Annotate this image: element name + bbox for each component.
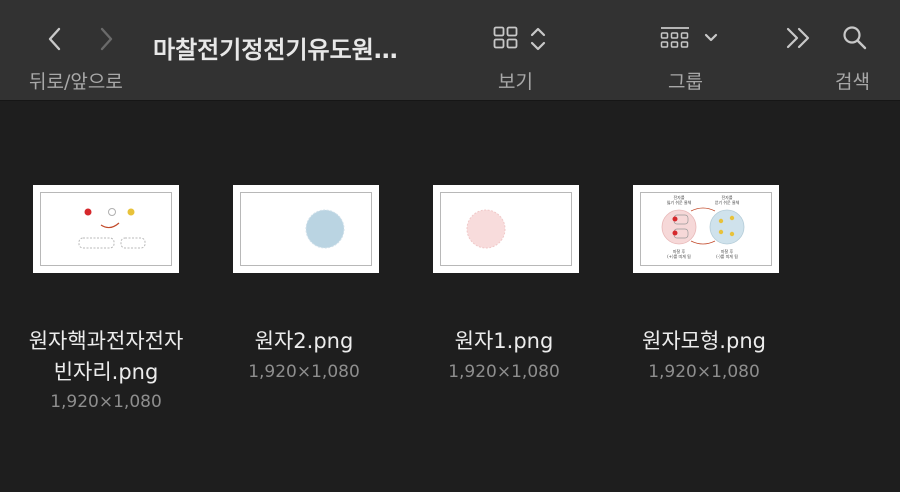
file-dimensions: 1,920×1,080 — [648, 362, 760, 382]
group-icon[interactable] — [660, 26, 690, 50]
thumb-caption: 얻기 쉬운 물체 — [715, 199, 740, 205]
blue-circle-icon — [305, 209, 345, 249]
chevron-down-icon[interactable] — [703, 30, 719, 46]
thumb-caption: 잃기 쉬운 물체 — [667, 199, 692, 205]
forward-chevron-icon[interactable] — [95, 24, 117, 54]
file-thumbnail[interactable] — [33, 185, 179, 273]
file-dimensions: 1,920×1,080 — [50, 392, 162, 412]
thumb-caption: (-)를 띠게 됨 — [716, 253, 738, 259]
file-name-line1: 원자모형.png — [642, 329, 766, 353]
file-name-line2: 빈자리.png — [53, 360, 159, 384]
file-thumbnail[interactable]: 전자를 잃기 쉬운 물체 전자를 얻기 쉬운 물체 마찰 후 (+)를 띠게 됨… — [633, 185, 779, 273]
toolbar: 뒤로/앞으로 마찰전기정전기유도원… 보기 그룹 검색 — [0, 0, 900, 101]
grid-view-icon[interactable] — [493, 26, 519, 50]
file-grid: 원자핵과전자전자 빈자리.png 1,920×1,080 원자2.png 1,9… — [0, 101, 900, 492]
search-icon[interactable] — [842, 25, 868, 51]
file-name-line1: 원자핵과전자전자 — [28, 329, 184, 353]
file-dimensions: 1,920×1,080 — [448, 362, 560, 382]
thumbnail-image — [240, 192, 372, 266]
atom-electron-diagram-icon — [78, 208, 146, 249]
window-title: 마찰전기정전기유도원… — [153, 36, 398, 64]
file-dimensions: 1,920×1,080 — [248, 362, 360, 382]
thumbnail-image: 전자를 잃기 쉬운 물체 전자를 얻기 쉬운 물체 마찰 후 (+)를 띠게 됨… — [640, 192, 772, 266]
back-chevron-icon[interactable] — [44, 24, 66, 54]
atom-model-diagram-icon: 전자를 잃기 쉬운 물체 전자를 얻기 쉬운 물체 마찰 후 (+)를 띠게 됨… — [661, 194, 745, 259]
pink-circle-icon — [466, 209, 506, 249]
more-chevrons-icon[interactable] — [785, 26, 813, 50]
file-thumbnail[interactable] — [233, 185, 379, 273]
file-name[interactable]: 원자모형.png — [604, 326, 804, 357]
file-thumbnail[interactable] — [433, 185, 579, 273]
search-label: 검색 — [835, 71, 870, 93]
thumb-caption: (+)를 띠게 됨 — [667, 253, 691, 259]
file-name-line1: 원자1.png — [454, 329, 554, 353]
group-label: 그룹 — [668, 71, 703, 93]
file-name[interactable]: 원자2.png — [204, 326, 404, 357]
back-forward-label: 뒤로/앞으로 — [29, 71, 123, 93]
file-name-line1: 원자2.png — [254, 329, 354, 353]
file-name[interactable]: 원자1.png — [404, 326, 604, 357]
file-name[interactable]: 원자핵과전자전자 빈자리.png — [6, 326, 206, 388]
view-label: 보기 — [498, 71, 533, 93]
thumbnail-image — [40, 192, 172, 266]
thumbnail-image — [440, 192, 572, 266]
up-down-chevron-icon[interactable] — [528, 25, 548, 53]
